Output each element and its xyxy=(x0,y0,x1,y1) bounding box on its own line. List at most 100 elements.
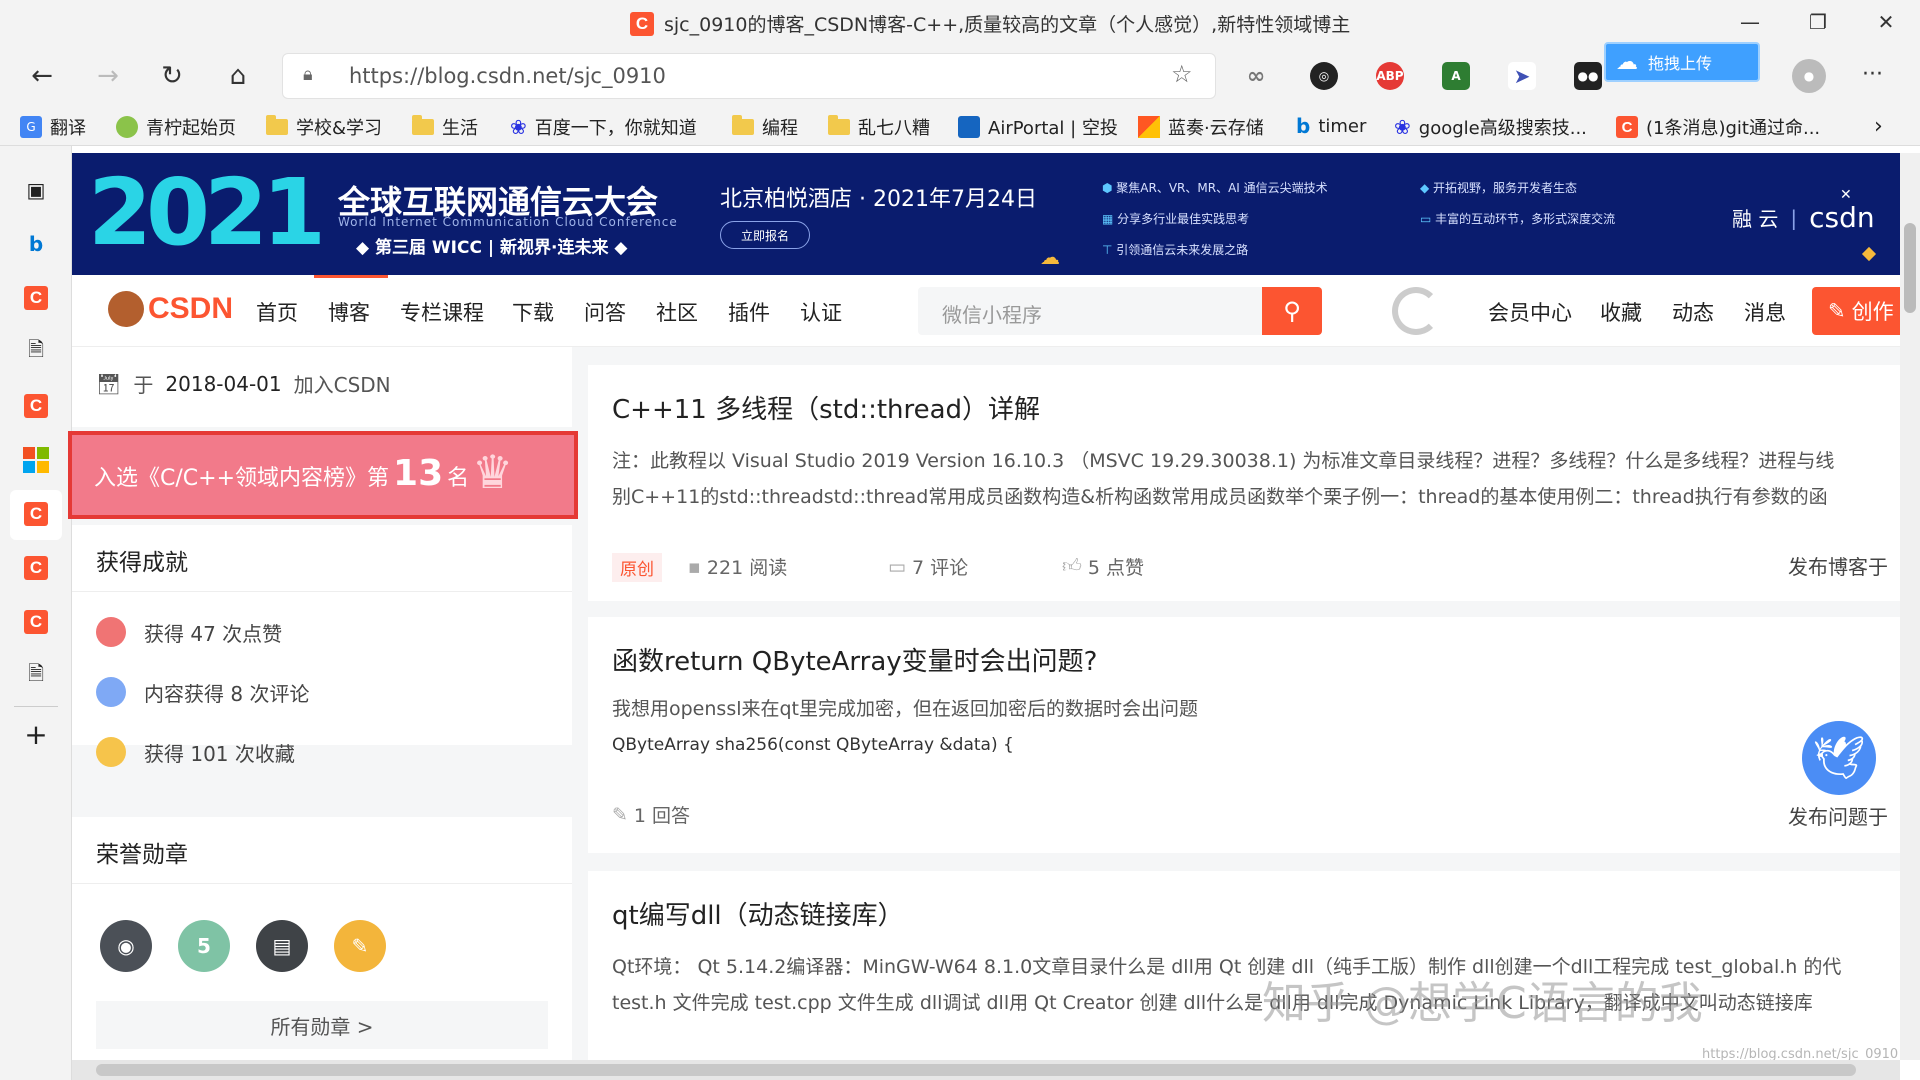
extension-link-icon[interactable]: ∞ xyxy=(1242,62,1270,90)
document-tab-icon[interactable]: 🗎︎ xyxy=(22,337,50,366)
close-window-button[interactable]: ✕ xyxy=(1852,0,1920,44)
csdn-tab-icon[interactable]: C xyxy=(22,608,50,636)
bookmark-airportal[interactable]: AirPortal | 空投 xyxy=(958,114,1118,140)
csdn-active-tab-icon[interactable]: C xyxy=(22,500,50,528)
baidu-netdisk-upload-button[interactable]: ☁ 拖拽上传 xyxy=(1604,42,1760,82)
refresh-icon[interactable]: ↻ xyxy=(150,54,194,98)
forward-arrow-icon[interactable]: → xyxy=(86,54,130,98)
reads-icon: ▪ xyxy=(688,555,701,578)
back-arrow-icon[interactable]: ← xyxy=(20,54,64,98)
vertical-scroll-thumb[interactable] xyxy=(1904,223,1916,313)
github-medal-icon[interactable]: ◉ xyxy=(100,920,152,972)
banner-close-icon[interactable]: ✕ xyxy=(1840,187,1852,203)
conference-banner[interactable]: 2021 全球互联网通信云大会 World Internet Communica… xyxy=(72,153,1900,275)
bookmark-folder-school[interactable]: 学校&学习 xyxy=(266,114,382,140)
nav-messages[interactable]: 消息 xyxy=(1744,297,1786,327)
csdn-tab-icon[interactable]: C xyxy=(22,284,50,312)
profile-avatar-icon[interactable]: ● xyxy=(1792,59,1826,93)
rank-banner[interactable]: 入选《C/C++领域内容榜》第 13 名 ♛ xyxy=(68,431,578,519)
bookmark-timer[interactable]: b timer xyxy=(1296,114,1366,138)
home-icon[interactable]: ⌂ xyxy=(216,54,260,98)
question-card-qbytearray[interactable]: 函数return QByteArray变量时会出问题? 我想用openssl来在… xyxy=(588,617,1900,853)
article-title[interactable]: C++11 多线程（std::thread）详解 xyxy=(612,389,1040,426)
nav-community[interactable]: 社区 xyxy=(656,297,698,327)
article-summary-line1: Qt环境： Qt 5.14.2编译器：MinGW-W64 8.1.0文章目录什么… xyxy=(612,956,1842,978)
nav-favorites[interactable]: 收藏 xyxy=(1600,297,1642,327)
create-button[interactable]: ✎ 创作 xyxy=(1812,287,1900,335)
csdn-mascot-icon xyxy=(108,291,144,327)
nav-activity[interactable]: 动态 xyxy=(1672,297,1714,327)
search-icon[interactable]: ⚲ xyxy=(1262,287,1322,335)
banner-register-button[interactable]: 立即报名 xyxy=(720,221,810,249)
nav-blog[interactable]: 博客 xyxy=(328,297,370,327)
user-avatar[interactable] xyxy=(1392,287,1440,335)
translate-extension-icon[interactable]: A xyxy=(1442,62,1470,90)
minimize-button[interactable]: — xyxy=(1716,0,1784,44)
nav-member-center[interactable]: 会员中心 xyxy=(1488,297,1572,327)
all-medals-link[interactable]: 所有勋章 > xyxy=(96,1001,548,1049)
nav-certification[interactable]: 认证 xyxy=(800,297,842,327)
extension-copy-icon[interactable]: ◎ xyxy=(1310,62,1338,90)
achievements-divider xyxy=(72,591,572,592)
adblock-plus-icon[interactable]: ABP xyxy=(1376,62,1404,90)
five-year-medal-icon[interactable]: 5 xyxy=(178,920,230,972)
search-input[interactable]: 微信小程序 xyxy=(918,287,1262,335)
crown-icon: ♛ xyxy=(472,445,514,499)
bing-tab-icon[interactable]: b xyxy=(22,230,50,258)
folder-icon xyxy=(266,115,288,135)
bookmark-folder-coding[interactable]: 编程 xyxy=(732,114,798,140)
bookmarks-overflow-chevron-icon[interactable]: › xyxy=(1874,114,1883,139)
bookmark-folder-life[interactable]: 生活 xyxy=(412,114,478,140)
sidebar-divider xyxy=(14,706,58,707)
nav-plugin[interactable]: 插件 xyxy=(728,297,770,327)
medals-title: 荣誉勋章 xyxy=(96,842,188,868)
question-title[interactable]: 函数return QByteArray变量时会出问题? xyxy=(612,641,1097,678)
bookmark-google-search[interactable]: ❀ google高级搜索技... xyxy=(1394,114,1587,140)
article-title[interactable]: qt编写dll（动态链接库） xyxy=(612,895,904,932)
more-menu-icon[interactable]: ··· xyxy=(1862,62,1883,87)
extension-mask-icon[interactable]: ●● xyxy=(1574,62,1602,90)
vertical-scrollbar[interactable] xyxy=(1900,153,1920,1060)
publish-blog-label: 发布博客于 xyxy=(1788,555,1888,579)
blog-medal-icon[interactable]: ▤ xyxy=(256,920,308,972)
original-tag: 原创 xyxy=(612,553,662,582)
csdn-tab-icon[interactable]: C xyxy=(22,554,50,582)
folder-icon xyxy=(828,115,850,135)
csdn-logo[interactable]: CSDN xyxy=(108,291,233,327)
window-title-text: sjc_0910的博客_CSDN博客-C++,质量较高的文章（个人感觉）,新特性… xyxy=(664,14,1351,36)
horizontal-scroll-thumb[interactable] xyxy=(96,1064,1856,1076)
bookmark-translate[interactable]: G 翻译 xyxy=(20,114,86,140)
address-bar[interactable]: 🔒︎ https://blog.csdn.net/sjc_0910 ☆ xyxy=(282,53,1216,99)
lemon-icon xyxy=(116,116,138,138)
tab-actions-icon[interactable]: ▣ xyxy=(22,176,50,204)
add-favorite-star-icon[interactable]: ☆ xyxy=(1171,60,1193,88)
bookmark-lemon[interactable]: 青柠起始页 xyxy=(116,114,236,140)
translate-icon: G xyxy=(20,116,42,138)
bookmark-baidu[interactable]: ❀ 百度一下，你就知道 xyxy=(510,114,697,140)
article-card-thread[interactable]: C++11 多线程（std::thread）详解 注：此教程以 Visual S… xyxy=(588,365,1900,601)
nav-qa[interactable]: 问答 xyxy=(584,297,626,327)
document-tab-icon[interactable]: 🗎︎ xyxy=(22,661,50,690)
new-tab-plus-icon[interactable]: + xyxy=(22,718,50,751)
microsoft-tab-icon[interactable] xyxy=(22,446,50,474)
nav-download[interactable]: 下载 xyxy=(512,297,554,327)
restore-button[interactable]: ❐ xyxy=(1784,0,1852,44)
csdn-icon: C xyxy=(1616,116,1638,138)
lock-icon[interactable]: 🔒︎ xyxy=(303,64,313,85)
nav-home[interactable]: 首页 xyxy=(256,297,298,327)
join-info-card: 📅︎ 于 2018-04-01 加入CSDN xyxy=(72,347,572,427)
csdn-tab-icon[interactable]: C xyxy=(22,392,50,420)
question-code: QByteArray sha256(const QByteArray &data… xyxy=(612,735,1014,755)
nav-courses[interactable]: 专栏课程 xyxy=(400,297,484,327)
horizontal-scrollbar[interactable] xyxy=(72,1060,1900,1080)
bookmarks-bar: G 翻译 青柠起始页 学校&学习 生活 ❀ 百度一下，你就知道 编程 乱七八糟 Ai… xyxy=(0,106,1920,146)
article-card-qt-dll[interactable]: qt编写dll（动态链接库） Qt环境： Qt 5.14.2编译器：MinGW-… xyxy=(588,871,1900,1060)
airportal-icon xyxy=(958,116,980,138)
extension-arrow-icon[interactable]: ➤ xyxy=(1508,62,1536,90)
bookmark-lanzou[interactable]: 蓝奏·云存储 xyxy=(1138,114,1264,140)
question-answers: ✎ 1 回答 xyxy=(612,803,691,828)
bookmark-git[interactable]: C (1条消息)git通过命... xyxy=(1616,114,1820,140)
pen-medal-icon[interactable]: ✎ xyxy=(334,920,386,972)
url-text[interactable]: https://blog.csdn.net/sjc_0910 xyxy=(349,64,666,88)
bookmark-folder-misc[interactable]: 乱七八糟 xyxy=(828,114,930,140)
